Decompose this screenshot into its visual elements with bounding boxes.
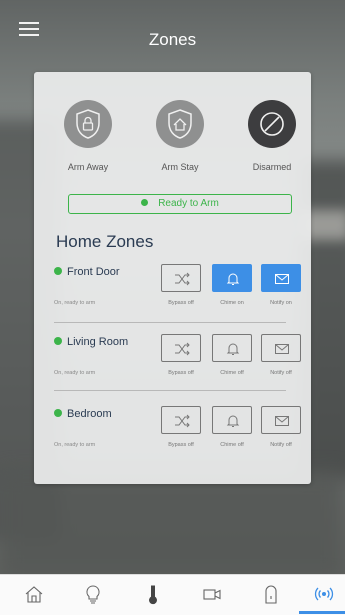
- envelope-icon: [275, 344, 289, 354]
- zone-row-front-door: Front Door On, ready to arm Bypass off C…: [54, 258, 306, 320]
- divider: [54, 390, 286, 391]
- shield-home-icon: [168, 109, 192, 139]
- thermometer-icon: [149, 585, 157, 605]
- zone-row-bedroom: Bedroom On, ready to arm Bypass off Chim…: [54, 400, 306, 462]
- security-panel: Arm Away Arm Stay Disarmed Ready to Arm …: [34, 72, 311, 484]
- ready-dot-icon: [141, 199, 149, 206]
- notify-caption: Notify on: [270, 300, 292, 306]
- tab-home[interactable]: [13, 575, 53, 615]
- bell-icon: [226, 273, 240, 285]
- notify-toggle[interactable]: [261, 334, 301, 362]
- lock-icon: [265, 585, 277, 604]
- bell-icon: [226, 343, 240, 355]
- envelope-icon: [275, 274, 289, 284]
- bottom-tab-bar: [0, 574, 345, 615]
- bypass-caption: Bypass off: [168, 300, 194, 306]
- arm-stay-label: Arm Stay: [161, 162, 199, 172]
- zone-row-living-room: Living Room On, ready to arm Bypass off …: [54, 328, 306, 390]
- shuffle-icon: [175, 414, 190, 428]
- bell-icon: [226, 415, 240, 427]
- zone-status-text: On, ready to arm: [54, 370, 96, 376]
- zone-name: Bedroom: [54, 408, 112, 420]
- tab-locks[interactable]: [250, 575, 290, 615]
- ready-to-arm-badge: Ready to Arm: [68, 194, 292, 214]
- zone-status-dot-icon: [54, 409, 62, 417]
- arm-away-label: Arm Away: [67, 162, 109, 172]
- tab-lights[interactable]: [72, 575, 112, 615]
- arm-away-button[interactable]: Arm Away: [48, 100, 128, 172]
- chime-caption: Chime off: [220, 370, 244, 376]
- page-title: Zones: [148, 30, 197, 49]
- chime-toggle[interactable]: [212, 406, 252, 434]
- notify-caption: Notify off: [270, 370, 292, 376]
- home-zones-heading: Home Zones: [56, 232, 154, 251]
- tab-sensors[interactable]: [299, 575, 345, 615]
- chime-caption: Chime off: [220, 442, 244, 448]
- bypass-caption: Bypass off: [168, 370, 194, 376]
- shield-lock-icon: [76, 109, 100, 139]
- home-icon: [25, 586, 43, 603]
- bypass-toggle[interactable]: [161, 334, 201, 362]
- video-camera-icon: [203, 589, 221, 600]
- notify-toggle[interactable]: [261, 406, 301, 434]
- disarmed-label: Disarmed: [252, 162, 292, 172]
- chime-toggle[interactable]: [212, 334, 252, 362]
- tab-video[interactable]: [191, 575, 231, 615]
- chime-caption: Chime on: [220, 300, 244, 306]
- zone-name: Living Room: [54, 336, 128, 348]
- shuffle-icon: [175, 272, 190, 286]
- notify-caption: Notify off: [270, 442, 292, 448]
- lightbulb-icon: [86, 585, 100, 604]
- bypass-caption: Bypass off: [168, 442, 194, 448]
- zone-status-dot-icon: [54, 337, 62, 345]
- disarm-slash-icon: [260, 112, 284, 136]
- zone-status-text: On, ready to arm: [54, 300, 96, 306]
- zone-name: Front Door: [54, 266, 120, 278]
- tab-thermostat[interactable]: [132, 575, 172, 615]
- divider: [54, 322, 286, 323]
- disarmed-button[interactable]: Disarmed: [232, 100, 312, 172]
- bypass-toggle[interactable]: [161, 264, 201, 292]
- zone-status-text: On, ready to arm: [54, 442, 96, 448]
- arm-stay-button[interactable]: Arm Stay: [140, 100, 220, 172]
- notify-toggle[interactable]: [261, 264, 301, 292]
- top-bar: Zones: [0, 0, 345, 72]
- bypass-toggle[interactable]: [161, 406, 201, 434]
- envelope-icon: [275, 416, 289, 426]
- chime-toggle[interactable]: [212, 264, 252, 292]
- ready-to-arm-text: Ready to Arm: [158, 198, 219, 209]
- shuffle-icon: [175, 342, 190, 356]
- zone-status-dot-icon: [54, 267, 62, 275]
- sensors-icon: [314, 587, 334, 601]
